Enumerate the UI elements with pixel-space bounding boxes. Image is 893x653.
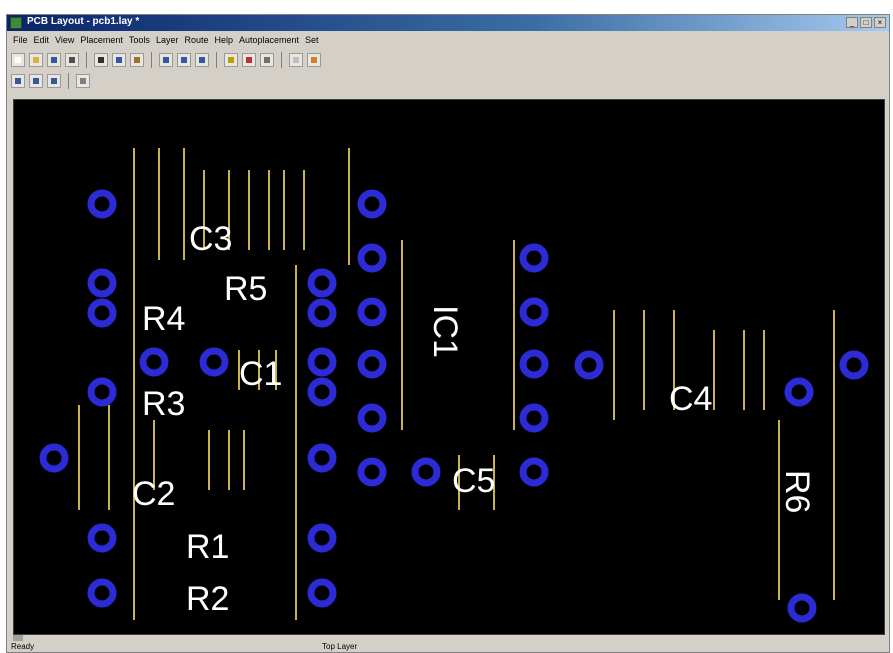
label-c5: C5 xyxy=(452,462,495,500)
label-c3: C3 xyxy=(189,220,232,258)
menu-route[interactable]: Route xyxy=(184,35,208,45)
window-title: PCB Layout - pcb1.lay * xyxy=(27,16,140,27)
minimize-button[interactable]: _ xyxy=(846,17,858,28)
help-icon[interactable] xyxy=(307,53,321,67)
zoom-icon[interactable] xyxy=(260,53,274,67)
cut-icon[interactable] xyxy=(94,53,108,67)
label-r2: R2 xyxy=(186,580,229,618)
menu-placement[interactable]: Placement xyxy=(80,35,123,45)
pad xyxy=(357,189,387,219)
redo-icon[interactable] xyxy=(177,53,191,67)
pad xyxy=(787,593,817,623)
pad xyxy=(357,349,387,379)
pad xyxy=(199,347,229,377)
pad xyxy=(574,350,604,380)
menu-set[interactable]: Set xyxy=(305,35,319,45)
menu-help[interactable]: Help xyxy=(214,35,233,45)
pad xyxy=(307,268,337,298)
pad xyxy=(411,457,441,487)
label-layer: C3 R5 R4 C1 R3 C4 C5 C2 R1 R2 IC1 R6 xyxy=(132,220,816,618)
pad xyxy=(784,377,814,407)
menu-edit[interactable]: Edit xyxy=(34,35,50,45)
view-toolbar xyxy=(11,71,90,91)
app-icon xyxy=(10,17,22,29)
pad xyxy=(519,457,549,487)
label-r3: R3 xyxy=(142,385,185,423)
pad xyxy=(307,443,337,473)
toolbar-separator xyxy=(86,52,87,68)
status-text: Ready xyxy=(11,642,35,651)
pad xyxy=(519,349,549,379)
copy-icon[interactable] xyxy=(112,53,126,67)
pad xyxy=(307,523,337,553)
status-bar: Ready Top Layer xyxy=(7,639,889,653)
undo-icon[interactable] xyxy=(159,53,173,67)
status-layer: Top Layer xyxy=(322,642,358,651)
route-icon[interactable] xyxy=(195,53,209,67)
save-icon[interactable] xyxy=(47,53,61,67)
pad xyxy=(357,457,387,487)
label-r1: R1 xyxy=(186,528,229,566)
label-r5: R5 xyxy=(224,270,267,308)
grid-icon[interactable] xyxy=(289,53,303,67)
pad xyxy=(87,377,117,407)
close-button[interactable]: × xyxy=(874,17,886,28)
pcb-canvas[interactable]: C3 R5 R4 C1 R3 C4 C5 C2 R1 R2 IC1 R6 xyxy=(13,99,885,635)
pad xyxy=(39,443,69,473)
label-r4: R4 xyxy=(142,300,185,338)
label-ic1: IC1 xyxy=(426,305,464,358)
menu-layer[interactable]: Layer xyxy=(156,35,179,45)
window-controls: _ □ × xyxy=(846,17,886,28)
new-icon[interactable] xyxy=(11,53,25,67)
pad xyxy=(357,403,387,433)
label-c1: C1 xyxy=(239,355,282,393)
open-icon[interactable] xyxy=(29,53,43,67)
pad xyxy=(87,298,117,328)
delete-icon[interactable] xyxy=(242,53,256,67)
paste-icon[interactable] xyxy=(130,53,144,67)
label-c4: C4 xyxy=(669,380,712,418)
menu-tools[interactable]: Tools xyxy=(129,35,150,45)
pad xyxy=(519,243,549,273)
pcb-board: C3 R5 R4 C1 R3 C4 C5 C2 R1 R2 IC1 R6 xyxy=(39,148,869,623)
toolbar-separator xyxy=(281,52,282,68)
toolbar-separator xyxy=(68,73,69,89)
pad xyxy=(357,243,387,273)
pad xyxy=(519,403,549,433)
pad xyxy=(87,523,117,553)
app-window: PCB Layout - pcb1.lay * _ □ × File Edit … xyxy=(6,14,890,653)
pad xyxy=(307,298,337,328)
pad xyxy=(87,189,117,219)
toolbar-separator xyxy=(216,52,217,68)
menu-bar: File Edit View Placement Tools Layer Rou… xyxy=(7,32,889,48)
wire-icon[interactable] xyxy=(224,53,238,67)
toolbar-separator xyxy=(151,52,152,68)
pad xyxy=(307,377,337,407)
zoom-in-icon[interactable] xyxy=(11,74,25,88)
pad xyxy=(87,578,117,608)
print-icon[interactable] xyxy=(65,53,79,67)
main-toolbar xyxy=(11,50,321,70)
pad xyxy=(307,578,337,608)
pad xyxy=(307,347,337,377)
title-bar: PCB Layout - pcb1.lay * _ □ × xyxy=(7,15,889,31)
select-icon[interactable] xyxy=(76,74,90,88)
zoom-fit-icon[interactable] xyxy=(47,74,61,88)
menu-file[interactable]: File xyxy=(13,35,28,45)
pad xyxy=(87,268,117,298)
menu-view[interactable]: View xyxy=(55,35,74,45)
label-c2: C2 xyxy=(132,475,175,513)
pad xyxy=(357,297,387,327)
maximize-button[interactable]: □ xyxy=(860,17,872,28)
pad xyxy=(839,350,869,380)
pad xyxy=(519,297,549,327)
label-r6: R6 xyxy=(778,470,816,513)
menu-autoplacement[interactable]: Autoplacement xyxy=(239,35,299,45)
zoom-out-icon[interactable] xyxy=(29,74,43,88)
pad xyxy=(139,347,169,377)
